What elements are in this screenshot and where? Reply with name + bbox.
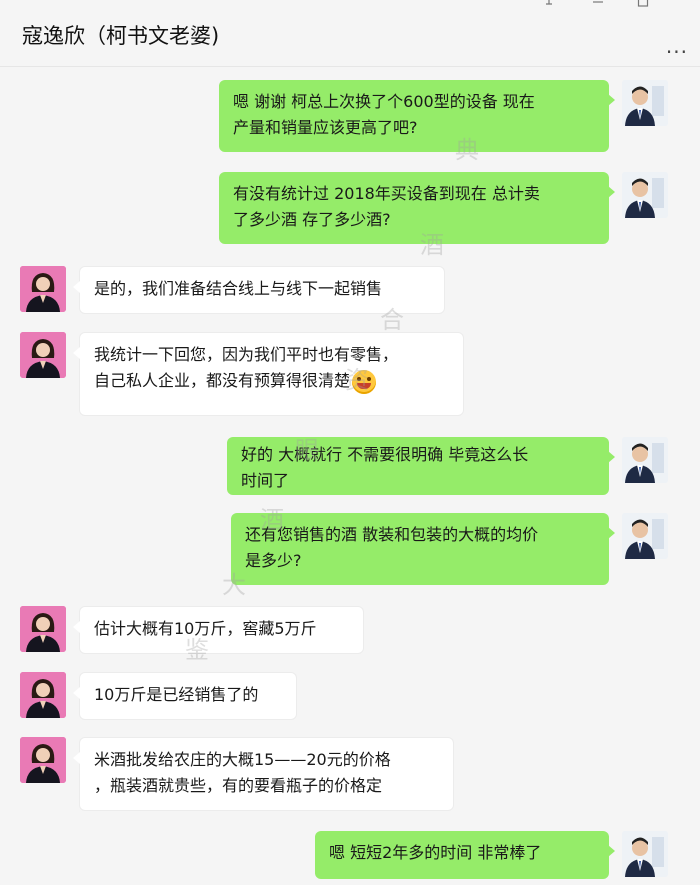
avatar-self[interactable]	[622, 437, 668, 483]
message-bubble-received[interactable]: 是的，我们准备结合线上与线下一起销售	[73, 266, 445, 314]
avatar-contact[interactable]	[20, 672, 66, 718]
chat-title: 寇逸欣（柯书文老婆)	[22, 24, 220, 48]
message-bubble-received[interactable]: 米酒批发给农庄的大概15——20元的价格 ，瓶装酒就贵些，有的要看瓶子的价格定	[73, 737, 454, 811]
avatar-contact[interactable]	[20, 606, 66, 652]
message-line: 估计大概有10万斤，窖藏5万斤	[94, 619, 317, 638]
message-bubble-received[interactable]: 估计大概有10万斤，窖藏5万斤	[73, 606, 364, 654]
minimize-icon[interactable]	[592, 0, 604, 12]
grinning-emoji-icon	[352, 369, 377, 394]
message-line: 自己私人企业，都没有预算得很清楚	[94, 371, 351, 390]
pin-icon[interactable]	[543, 0, 555, 12]
avatar-contact[interactable]	[20, 332, 66, 378]
maximize-icon[interactable]	[637, 0, 649, 12]
avatar-self[interactable]	[622, 513, 668, 559]
avatar-self[interactable]	[622, 172, 668, 218]
message-line: 产量和销量应该更高了吧?	[233, 118, 418, 137]
message-line: 是的，我们准备结合线上与线下一起销售	[94, 279, 383, 298]
message-bubble-received[interactable]: 我统计一下回您，因为我们平时也有零售， 自己私人企业，都没有预算得很清楚	[73, 332, 464, 416]
message-line: 时间了	[241, 471, 290, 490]
message-line: 好的 大概就行 不需要很明确 毕竟这么长	[241, 445, 529, 464]
avatar-contact[interactable]	[20, 266, 66, 312]
message-bubble-sent[interactable]: 嗯 短短2年多的时间 非常棒了	[315, 831, 615, 879]
message-line: 还有您销售的酒 散装和包装的大概的均价	[245, 525, 539, 544]
message-line: 了多少酒 存了多少酒?	[233, 210, 391, 229]
message-bubble-sent[interactable]: 嗯 谢谢 柯总上次换了个600型的设备 现在 产量和销量应该更高了吧?	[219, 80, 615, 152]
message-line: 有没有统计过 2018年买设备到现在 总计卖	[233, 184, 540, 203]
message-line: 10万斤是已经销售了的	[94, 685, 259, 704]
avatar-self[interactable]	[622, 80, 668, 126]
message-bubble-sent[interactable]: 好的 大概就行 不需要很明确 毕竟这么长 时间了	[227, 437, 615, 495]
avatar-contact[interactable]	[20, 737, 66, 783]
message-bubble-received[interactable]: 10万斤是已经销售了的	[73, 672, 297, 720]
message-line: ，瓶装酒就贵些，有的要看瓶子的价格定	[94, 776, 383, 795]
message-line: 米酒批发给农庄的大概15——20元的价格	[94, 750, 391, 769]
message-line: 我统计一下回您，因为我们平时也有零售，	[94, 345, 399, 364]
chat-header: 寇逸欣（柯书文老婆) ...	[0, 0, 700, 67]
message-line: 嗯 谢谢 柯总上次换了个600型的设备 现在	[233, 92, 535, 111]
message-bubble-sent[interactable]: 还有您销售的酒 散装和包装的大概的均价 是多少?	[231, 513, 615, 585]
avatar-self[interactable]	[622, 831, 668, 877]
message-bubble-sent[interactable]: 有没有统计过 2018年买设备到现在 总计卖 了多少酒 存了多少酒?	[219, 172, 615, 244]
more-options-icon[interactable]: ...	[666, 34, 688, 58]
message-line: 是多少?	[245, 551, 302, 570]
message-line: 嗯 短短2年多的时间 非常棒了	[329, 843, 542, 862]
